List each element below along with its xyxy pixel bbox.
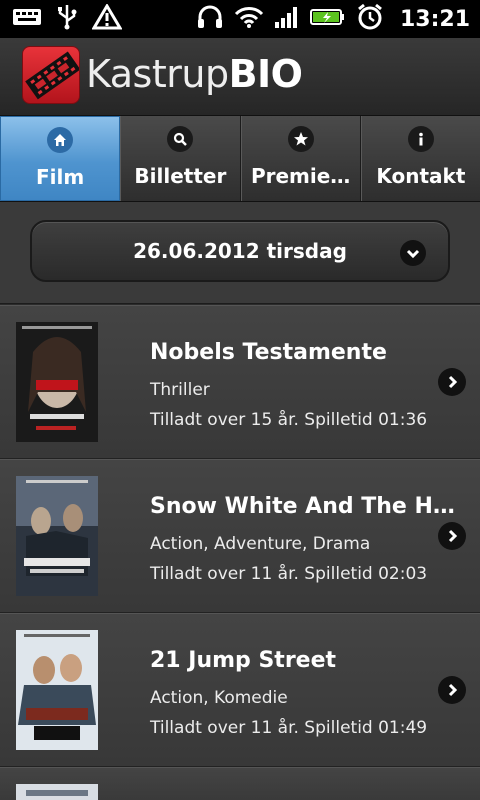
tab-film-label: Film: [36, 165, 85, 189]
movie-poster: [16, 630, 98, 750]
star-icon: [287, 126, 314, 152]
chevron-right-icon: [438, 676, 466, 704]
status-bar: 13:21: [0, 0, 480, 38]
movie-row[interactable]: [0, 767, 480, 800]
movie-title: Snow White And The H…: [150, 494, 455, 519]
app-name-bold: BIO: [228, 52, 303, 96]
tab-kontakt-label: Kontakt: [376, 164, 466, 188]
warning-icon: [91, 3, 123, 34]
movie-poster: [16, 476, 98, 596]
date-select-button[interactable]: 26.06.2012 tirsdag: [30, 220, 450, 282]
wifi-icon: [234, 5, 264, 33]
movie-genre: Action, Komedie: [150, 688, 288, 708]
signal-icon: [274, 5, 300, 33]
movie-row[interactable]: 21 Jump Street Action, Komedie Tilladt o…: [0, 613, 480, 767]
chevron-right-icon: [438, 522, 466, 550]
home-icon: [47, 127, 74, 153]
film-strip-icon: [22, 46, 80, 104]
tab-premiere-label: Premie…: [250, 164, 351, 188]
movie-title: Nobels Testamente: [150, 340, 387, 365]
search-icon: [167, 126, 194, 152]
movie-row[interactable]: Snow White And The H… Action, Adventure,…: [0, 459, 480, 613]
chevron-right-icon: [438, 368, 466, 396]
tab-kontakt[interactable]: Kontakt: [360, 116, 480, 201]
movie-title: 21 Jump Street: [150, 648, 337, 673]
date-label: 26.06.2012 tirsdag: [133, 239, 347, 263]
app-logo-text: KastrupBIO: [86, 52, 303, 96]
tab-billetter-label: Billetter: [134, 164, 227, 188]
info-icon: [407, 126, 434, 152]
headset-icon: [196, 4, 224, 34]
usb-icon: [56, 4, 78, 34]
movie-info: Tilladt over 11 år. Spilletid 01:49: [150, 718, 428, 738]
clock-time: 13:21: [399, 6, 470, 32]
movie-info: Tilladt over 11 år. Spilletid 02:03: [150, 564, 428, 584]
app-name-light: Kastrup: [86, 52, 229, 96]
battery-icon: [309, 7, 346, 31]
date-bar: 26.06.2012 tirsdag: [0, 202, 480, 304]
movie-row[interactable]: Nobels Testamente Thriller Tilladt over …: [0, 305, 480, 459]
alarm-icon: [356, 3, 384, 35]
chevron-down-icon: [400, 240, 426, 266]
movie-poster: [16, 322, 98, 442]
movie-genre: Thriller: [150, 380, 210, 400]
tab-premiere[interactable]: Premie…: [240, 116, 361, 201]
tab-bar: Film Billetter Premie… Kontakt: [0, 116, 480, 202]
app-header: KastrupBIO: [0, 38, 480, 116]
movie-list: Nobels Testamente Thriller Tilladt over …: [0, 305, 480, 800]
tab-film[interactable]: Film: [0, 116, 121, 201]
movie-genre: Action, Adventure, Drama: [150, 534, 371, 554]
movie-poster: [16, 784, 98, 800]
keyboard-icon: [12, 7, 42, 31]
movie-info: Tilladt over 15 år. Spilletid 01:36: [150, 410, 428, 430]
tab-billetter[interactable]: Billetter: [120, 116, 241, 201]
